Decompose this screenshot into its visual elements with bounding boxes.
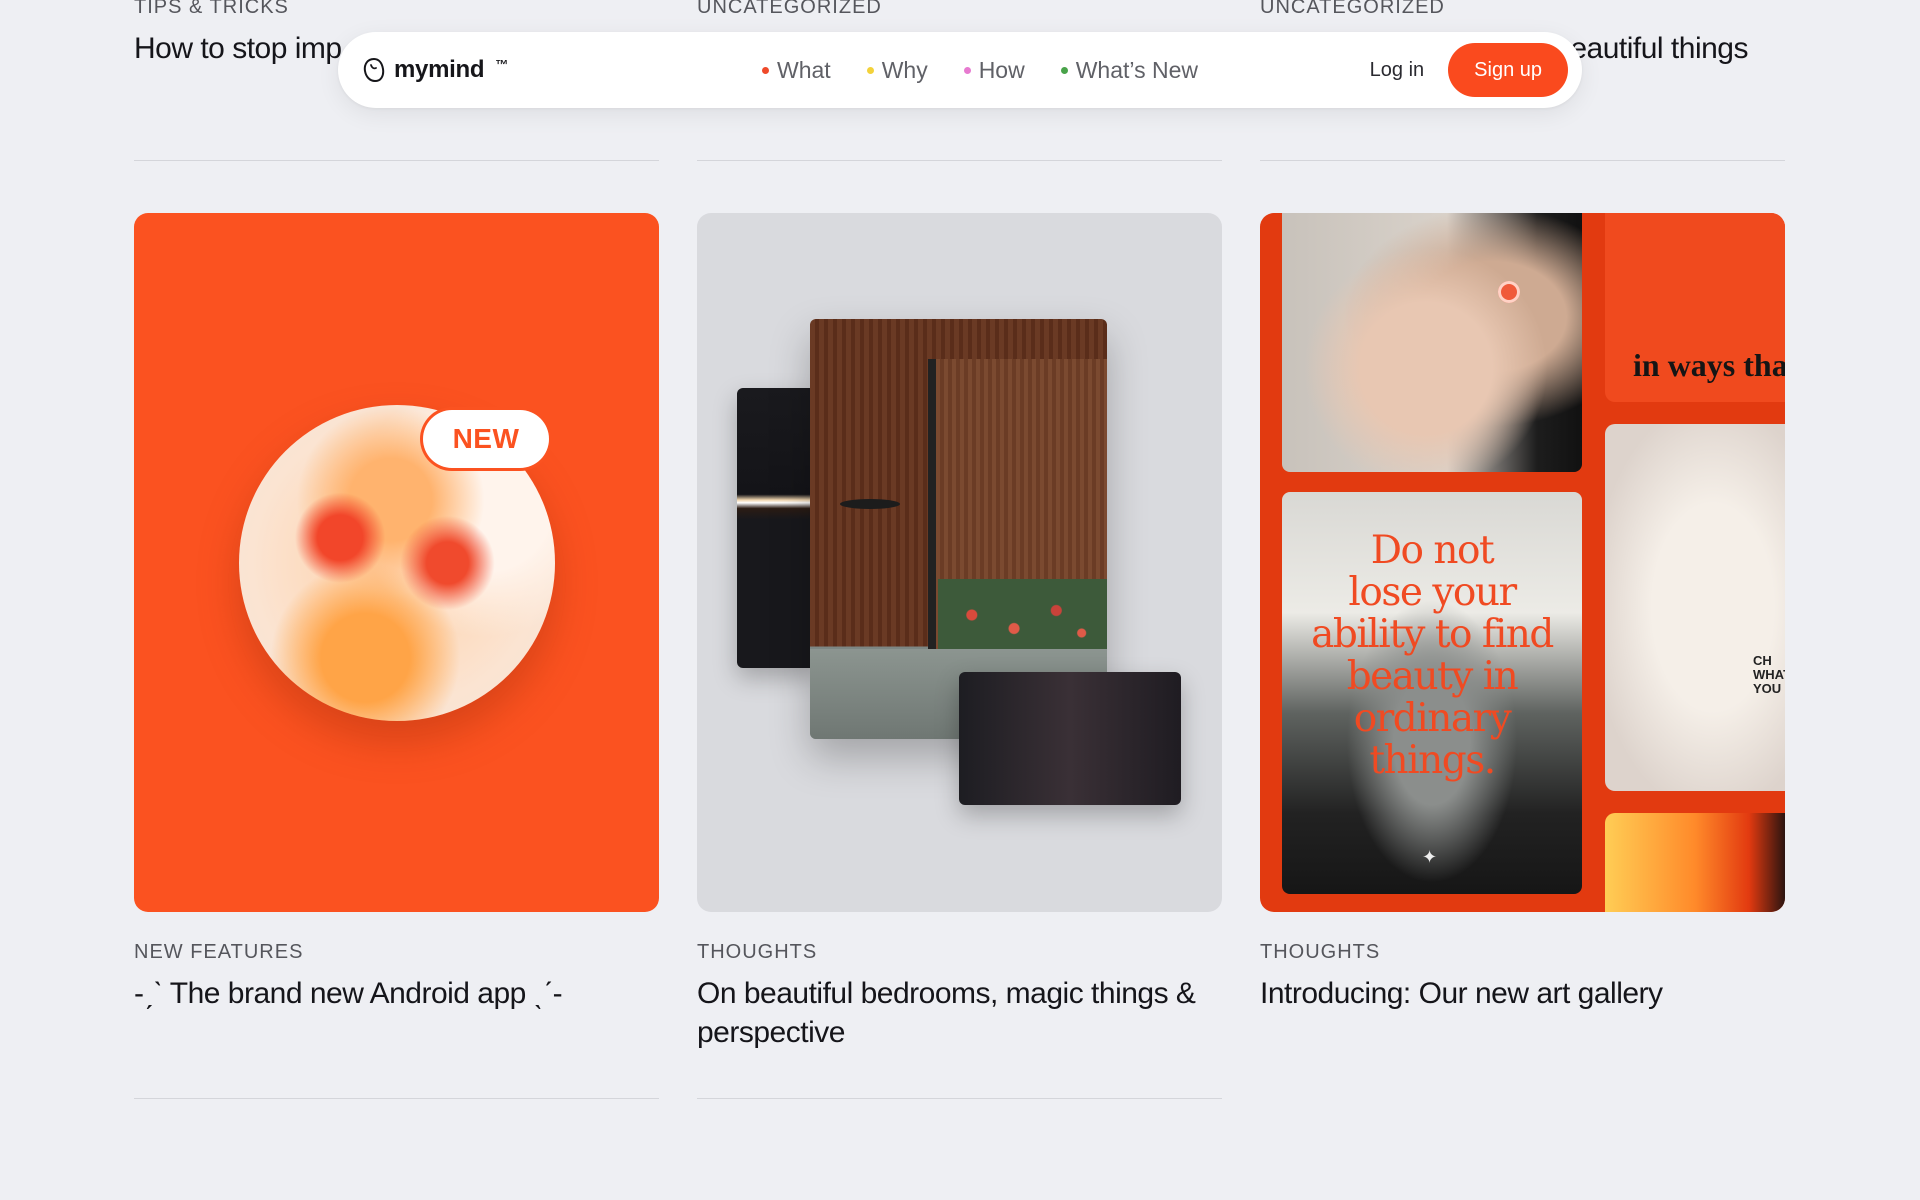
quote-poster: Do not lose your ability to find beauty …	[1282, 492, 1582, 894]
divider	[1260, 160, 1785, 161]
article-image[interactable]: Do not lose your ability to find beauty …	[1260, 213, 1785, 912]
gradient-print	[1605, 813, 1785, 912]
article-category: UNCATEGORIZED	[1260, 0, 1445, 18]
tshirt-photo: CH WHAT YOU	[1605, 424, 1785, 791]
mymind-logo-icon: ✦	[1422, 847, 1438, 867]
nav-actions: Log in Sign up	[1370, 43, 1568, 97]
nav-links: What Why How What’s New	[762, 57, 1370, 84]
divider	[697, 160, 1222, 161]
article-image[interactable]: NEW	[134, 213, 659, 912]
navbar: mymind ™ What Why How What’s New Log in S…	[338, 32, 1582, 108]
article-category: THOUGHTS	[1260, 941, 1381, 963]
nav-link-label: What’s New	[1075, 56, 1198, 83]
article-title[interactable]: -ˏˋ The brand new Android app ˎˊ-	[134, 974, 659, 1013]
article-card-art-gallery[interactable]: Do not lose your ability to find beauty …	[1260, 213, 1785, 1013]
nav-link-whats-new[interactable]: What’s New	[1060, 56, 1198, 84]
print-text: in ways that	[1633, 347, 1785, 383]
mymind-logo-icon	[362, 57, 386, 83]
pink-dot-icon	[963, 66, 971, 74]
article-image[interactable]	[697, 213, 1222, 912]
article-title[interactable]: On beautiful bedrooms, magic things & pe…	[697, 974, 1197, 1052]
shirt-print: CH WHAT YOU	[1753, 653, 1785, 696]
top-article-2[interactable]: UNCATEGORIZED	[697, 0, 1222, 31]
nav-link-label: How	[978, 56, 1025, 83]
signup-button[interactable]: Sign up	[1448, 43, 1568, 97]
article-category: UNCATEGORIZED	[697, 0, 882, 18]
lamp-icon	[840, 499, 900, 509]
nav-link-how[interactable]: How	[963, 56, 1025, 84]
divider	[134, 1098, 659, 1099]
poster-quote: Do not lose your ability to find beauty …	[1311, 528, 1554, 783]
film-still-image	[959, 672, 1181, 805]
red-dot-icon	[762, 66, 769, 74]
brand-link[interactable]: mymind ™	[362, 56, 642, 84]
article-category: THOUGHTS	[697, 941, 818, 963]
divider	[697, 1098, 1222, 1099]
article-title[interactable]: Introducing: Our new art gallery	[1260, 974, 1785, 1013]
portrait-photo	[1282, 213, 1582, 472]
divider	[134, 160, 659, 161]
new-badge-label: NEW	[423, 410, 549, 468]
nav-link-label: Why	[881, 56, 928, 83]
serif-print: in ways that	[1605, 213, 1785, 402]
article-category: NEW FEATURES	[134, 941, 304, 963]
nav-link-label: What	[777, 56, 831, 83]
article-card-bedrooms[interactable]: THOUGHTS On beautiful bedrooms, magic th…	[697, 213, 1222, 1099]
film-still-image	[737, 388, 817, 668]
green-dot-icon	[1060, 66, 1068, 74]
login-link[interactable]: Log in	[1370, 59, 1425, 82]
article-card-android-app[interactable]: NEW NEW FEATURES -ˏˋ The brand new Andro…	[134, 213, 659, 1099]
nav-link-what[interactable]: What	[762, 57, 831, 84]
nav-link-why[interactable]: Why	[866, 56, 928, 84]
brand-trademark: ™	[495, 56, 509, 72]
earring	[1498, 281, 1520, 303]
yellow-dot-icon	[866, 66, 874, 74]
brand-name: mymind	[394, 56, 485, 83]
new-badge: NEW	[420, 407, 552, 471]
article-category: TIPS & TRICKS	[134, 0, 289, 18]
